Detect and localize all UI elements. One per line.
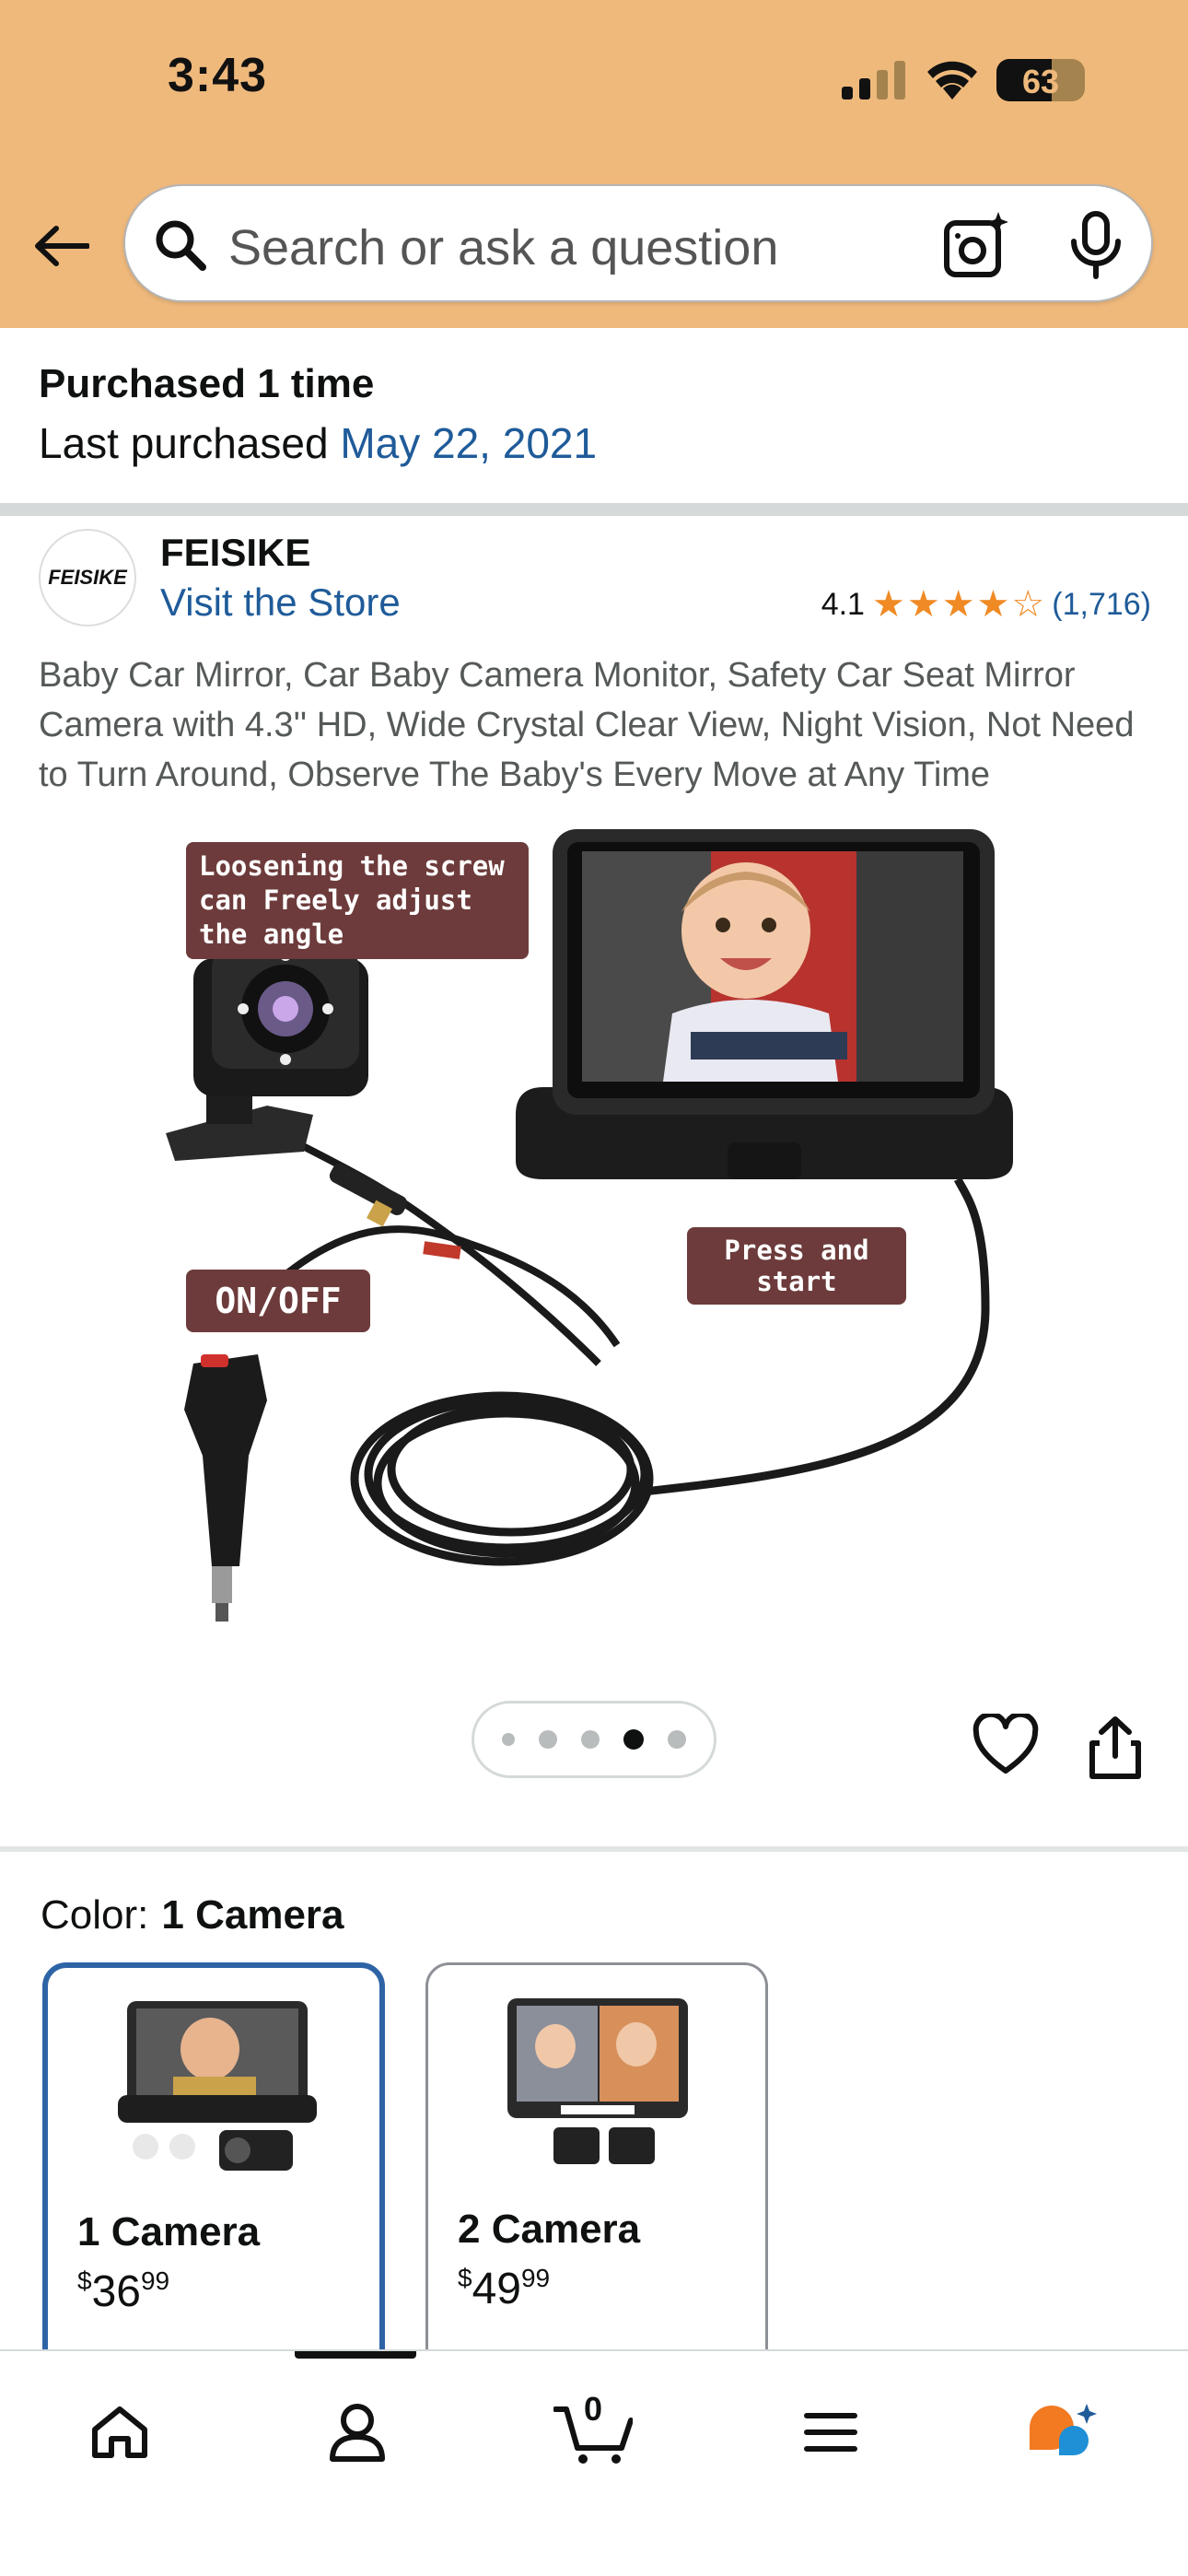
visit-store-link[interactable]: Visit the Store [160, 580, 401, 625]
cart-count: 0 [584, 2390, 603, 2428]
battery-indicator: 63 [996, 59, 1085, 101]
rating-summary[interactable]: 4.1 ★ ★ ★ ★ ☆ (1,716) [821, 586, 1151, 623]
image-callout-press: Press and start [687, 1227, 906, 1305]
account-icon [330, 2404, 385, 2462]
image-pager[interactable] [472, 1701, 716, 1778]
search-bar[interactable]: Search or ask a question [123, 184, 1153, 302]
rating-count[interactable]: (1,716) [1052, 587, 1151, 623]
search-icon [156, 220, 206, 271]
microphone-icon[interactable] [1065, 210, 1127, 280]
back-button[interactable] [31, 216, 92, 276]
search-input[interactable]: Search or ask a question [228, 219, 778, 276]
swatch-price: $3699 [77, 2266, 169, 2317]
home-icon [92, 2406, 147, 2458]
last-purchased: Last purchased May 22, 2021 [39, 418, 597, 468]
swatch-image [507, 1998, 688, 2164]
pager-dot-active[interactable] [623, 1729, 644, 1750]
rating-value: 4.1 [821, 586, 865, 622]
pager-dot[interactable] [668, 1730, 686, 1749]
cellular-signal-icon [842, 61, 905, 100]
price-dollars: 49 [472, 2265, 521, 2313]
star-rating: ★ ★ ★ ★ ☆ [872, 586, 1044, 623]
swatch-image [118, 2001, 317, 2171]
battery-percentage: 63 [1021, 63, 1060, 100]
purchase-count: Purchased 1 time [39, 361, 375, 406]
star-full-icon: ★ [871, 584, 905, 625]
star-full-icon: ★ [941, 584, 975, 625]
price-cents: 99 [520, 2264, 551, 2292]
camera-search-icon[interactable] [941, 210, 1011, 280]
price-currency: $ [77, 2266, 92, 2295]
star-full-icon: ★ [906, 584, 940, 625]
section-divider [0, 1846, 1188, 1852]
heart-icon[interactable] [973, 1714, 1039, 1776]
price-dollars: 36 [91, 2267, 141, 2316]
swatch-price: $4999 [458, 2264, 550, 2314]
color-selected-value: 1 Camera [161, 1892, 344, 1938]
header-area: 3:43 63 Search or ask a question [0, 0, 1188, 328]
pager-dot[interactable] [502, 1733, 515, 1746]
section-divider [0, 503, 1188, 516]
price-currency: $ [458, 2264, 472, 2292]
product-title: Baby Car Mirror, Car Baby Camera Monitor… [39, 656, 1135, 794]
swatch-name: 2 Camera [458, 2207, 641, 2252]
nav-rufus[interactable] [1017, 2394, 1109, 2471]
star-empty-icon: ☆ [1011, 584, 1045, 625]
arrow-left-icon [35, 226, 89, 266]
brand-logo[interactable]: FEISIKE [39, 529, 136, 626]
color-label: Color: 1 Camera [41, 1892, 344, 1938]
nav-account[interactable] [311, 2394, 403, 2471]
nav-home[interactable] [74, 2394, 166, 2471]
menu-icon [804, 2413, 857, 2452]
pager-dot[interactable] [581, 1730, 600, 1749]
price-cents: 99 [140, 2266, 170, 2295]
last-purchased-date[interactable]: May 22, 2021 [340, 419, 597, 467]
star-full-icon: ★ [976, 584, 1010, 625]
nav-cart[interactable]: 0 [547, 2390, 639, 2471]
image-callout-screw: Loosening the screw can Freely adjust th… [186, 842, 529, 959]
brand-name: FEISIKE [160, 531, 311, 574]
share-icon[interactable] [1087, 1715, 1144, 1780]
swatch-name: 1 Camera [77, 2209, 261, 2254]
rufus-icon [1030, 2404, 1097, 2455]
nav-menu[interactable] [785, 2394, 877, 2471]
bottom-nav: 0 [0, 2349, 1188, 2576]
status-time: 3:43 [168, 49, 268, 102]
active-tab-indicator [295, 2351, 416, 2359]
brand-logo-text: FEISIKE [48, 566, 127, 589]
pager-dot[interactable] [539, 1730, 557, 1749]
last-purchased-label: Last purchased [39, 419, 329, 467]
color-label-text: Color: [41, 1892, 149, 1938]
image-callout-onoff: ON/OFF [186, 1270, 370, 1332]
wifi-icon [927, 61, 977, 100]
